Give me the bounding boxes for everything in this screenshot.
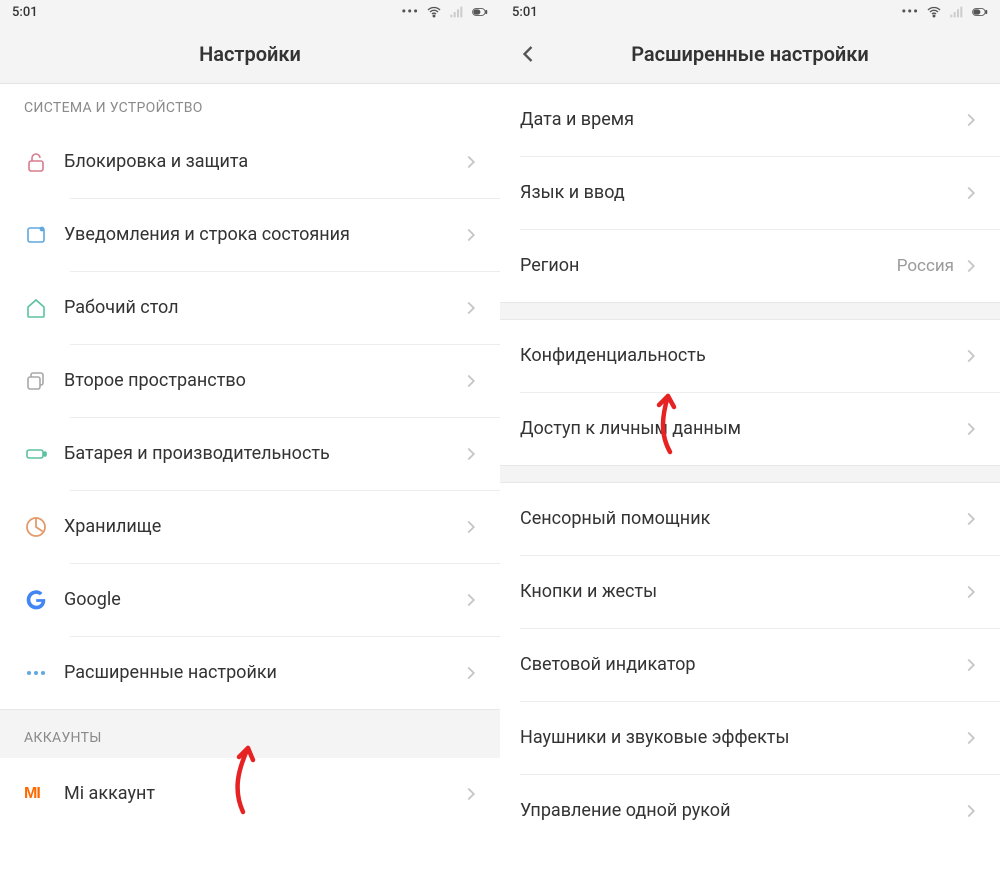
row-label: Конфиденциальность <box>520 344 960 368</box>
chevron-right-icon <box>960 182 982 204</box>
section-header-system: СИСТЕМА И УСТРОЙСТВО <box>0 84 500 126</box>
chevron-right-icon <box>460 783 482 805</box>
row-notifications[interactable]: Уведомления и строка состояния <box>0 199 500 271</box>
signal-icon <box>949 4 965 20</box>
row-label: Кнопки и жесты <box>520 580 960 604</box>
row-region[interactable]: Регион Россия <box>500 230 1000 302</box>
row-label: Управление одной рукой <box>520 799 960 823</box>
wifi-icon <box>926 4 942 20</box>
row-led[interactable]: Световой индикатор <box>500 629 1000 701</box>
screen-advanced: 5:01 ••• Расширенные настройки Дата и вр… <box>500 0 1000 887</box>
row-label: Световой индикатор <box>520 653 960 677</box>
chevron-right-icon <box>960 581 982 603</box>
more-icon: ••• <box>401 4 419 20</box>
row-lock[interactable]: Блокировка и защита <box>0 126 500 198</box>
status-bar: 5:01 ••• <box>0 0 500 24</box>
row-datetime[interactable]: Дата и время <box>500 84 1000 156</box>
chevron-right-icon <box>960 109 982 131</box>
row-label: Блокировка и защита <box>64 150 460 174</box>
row-advanced[interactable]: Расширенные настройки <box>0 637 500 709</box>
row-label: Второе пространство <box>64 369 460 393</box>
row-buttons-gestures[interactable]: Кнопки и жесты <box>500 556 1000 628</box>
page-title: Расширенные настройки <box>631 42 869 66</box>
section-gap <box>500 465 1000 483</box>
second-space-icon <box>24 369 64 393</box>
notification-icon <box>24 223 64 247</box>
row-second-space[interactable]: Второе пространство <box>0 345 500 417</box>
row-label: Язык и ввод <box>520 181 960 205</box>
status-time: 5:01 <box>12 5 401 20</box>
row-personal-data[interactable]: Доступ к личным данным <box>500 393 1000 465</box>
chevron-right-icon <box>960 654 982 676</box>
lock-icon <box>24 150 64 174</box>
section-header-accounts: АККАУНТЫ <box>0 709 500 758</box>
chevron-right-icon <box>460 297 482 319</box>
row-storage[interactable]: Хранилище <box>0 491 500 563</box>
battery-icon <box>24 442 64 466</box>
row-home[interactable]: Рабочий стол <box>0 272 500 344</box>
mi-icon: MI <box>24 785 64 803</box>
chevron-right-icon <box>960 800 982 822</box>
header: Настройки <box>0 24 500 84</box>
row-headphones[interactable]: Наушники и звуковые эффекты <box>500 702 1000 774</box>
row-privacy[interactable]: Конфиденциальность <box>500 320 1000 392</box>
row-label: Сенсорный помощник <box>520 507 960 531</box>
google-icon <box>24 588 64 612</box>
row-one-hand[interactable]: Управление одной рукой <box>500 775 1000 847</box>
screen-settings: 5:01 ••• Настройки СИСТЕМА И УСТРОЙСТВО … <box>0 0 500 887</box>
chevron-right-icon <box>960 345 982 367</box>
row-label: Регион <box>520 254 897 278</box>
section-gap <box>500 302 1000 320</box>
row-label: Рабочий стол <box>64 296 460 320</box>
row-label: Уведомления и строка состояния <box>64 223 460 247</box>
chevron-right-icon <box>460 589 482 611</box>
chevron-right-icon <box>960 418 982 440</box>
row-label: Батарея и производительность <box>64 442 460 466</box>
section-gap: АККАУНТЫ <box>0 709 500 758</box>
row-label: Mi аккаунт <box>64 782 460 806</box>
row-label: Наушники и звуковые эффекты <box>520 726 960 750</box>
wifi-icon <box>426 4 442 20</box>
row-label: Расширенные настройки <box>64 661 460 685</box>
row-google[interactable]: Google <box>0 564 500 636</box>
row-touch-assistant[interactable]: Сенсорный помощник <box>500 483 1000 555</box>
settings-list[interactable]: СИСТЕМА И УСТРОЙСТВО Блокировка и защита… <box>0 84 500 887</box>
battery-icon <box>472 4 488 20</box>
chevron-right-icon <box>460 516 482 538</box>
more-dots-icon <box>24 661 64 685</box>
status-icons: ••• <box>901 4 988 20</box>
back-button[interactable] <box>514 40 542 68</box>
chevron-right-icon <box>960 508 982 530</box>
chevron-right-icon <box>460 443 482 465</box>
row-label: Дата и время <box>520 108 960 132</box>
row-label: Хранилище <box>64 515 460 539</box>
chevron-right-icon <box>460 662 482 684</box>
home-icon <box>24 296 64 320</box>
row-mi-account[interactable]: MI Mi аккаунт <box>0 758 500 830</box>
battery-icon <box>972 4 988 20</box>
chevron-right-icon <box>460 151 482 173</box>
advanced-list[interactable]: Дата и время Язык и ввод Регион Россия К… <box>500 84 1000 887</box>
chevron-right-icon <box>960 727 982 749</box>
storage-icon <box>24 515 64 539</box>
row-value: Россия <box>897 256 954 276</box>
row-label: Доступ к личным данным <box>520 417 960 441</box>
row-language[interactable]: Язык и ввод <box>500 157 1000 229</box>
more-icon: ••• <box>901 4 919 20</box>
chevron-right-icon <box>460 370 482 392</box>
signal-icon <box>449 4 465 20</box>
page-title: Настройки <box>199 42 301 66</box>
row-label: Google <box>64 588 460 612</box>
header: Расширенные настройки <box>500 24 1000 84</box>
status-bar: 5:01 ••• <box>500 0 1000 24</box>
status-time: 5:01 <box>512 5 901 20</box>
chevron-right-icon <box>960 255 982 277</box>
status-icons: ••• <box>401 4 488 20</box>
chevron-right-icon <box>460 224 482 246</box>
row-battery[interactable]: Батарея и производительность <box>0 418 500 490</box>
